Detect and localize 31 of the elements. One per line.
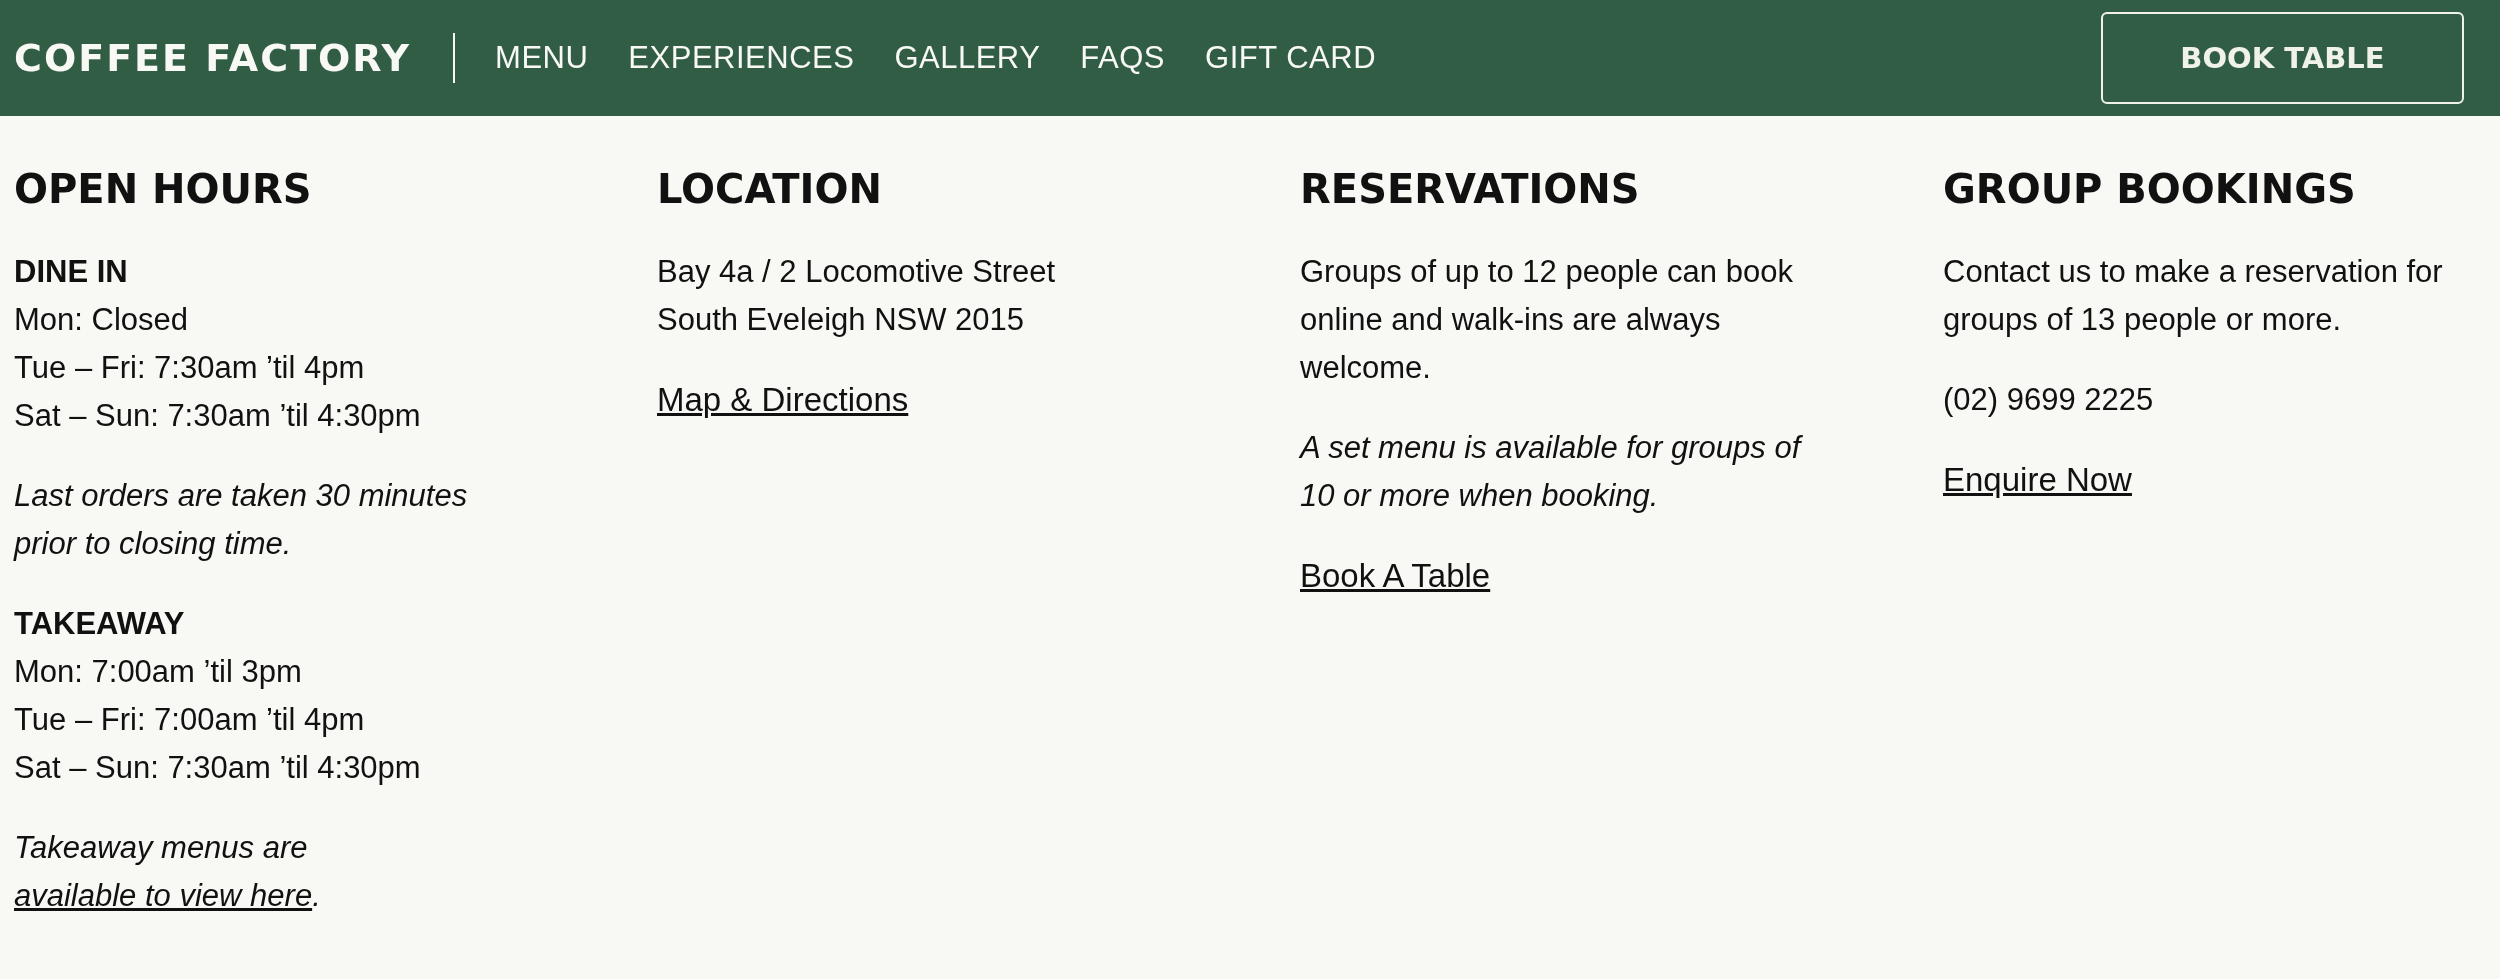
book-table-button[interactable]: BOOK TABLE (2101, 12, 2464, 104)
address-line: South Eveleigh NSW 2015 (657, 301, 1025, 339)
text-link[interactable]: Book A Table (1300, 552, 1491, 600)
text-link[interactable]: Map & Directions (657, 376, 909, 424)
section-title: OPEN HOURS (14, 166, 312, 212)
address-line: Bay 4a / 2 Locomotive Street (657, 253, 1056, 291)
logo[interactable]: COFFEE FACTORY (14, 36, 412, 80)
hours-line: Tue – Fri: 7:30am ’til 4pm (14, 349, 365, 387)
body-text: Contact us to make a reservation for groups of 13 people or more. (1943, 253, 2444, 339)
nav-link[interactable]: MENU (495, 40, 589, 76)
hours-heading: DINE IN (14, 253, 128, 291)
note-text: A set menu is available for groups of 10 or more when booking. (1300, 429, 1804, 515)
nav-link[interactable]: EXPERIENCES (628, 40, 855, 76)
body-text: (02) 9699 2225 (1943, 381, 2155, 419)
note-text: Takeaway menus are available to view here. (14, 829, 322, 915)
nav-link[interactable]: GIFT CARD (1205, 40, 1377, 76)
note-text: Last orders are taken 30 minutes prior to closing time. (14, 477, 469, 563)
body-text: Groups of up to 12 people can book online and walk-ins are always welcome. (1300, 253, 1794, 387)
hours-line: Mon: Closed (14, 301, 189, 339)
text-link[interactable]: Enquire Now (1943, 456, 2132, 504)
nav-link[interactable]: FAQS (1080, 40, 1166, 76)
section-title: RESERVATIONS (1300, 166, 1640, 212)
nav-link[interactable]: GALLERY (894, 40, 1041, 76)
section-title: GROUP BOOKINGS (1943, 166, 2356, 212)
takeaway-menus-link[interactable]: available to view here (14, 878, 313, 913)
hours-line: Tue – Fri: 7:00am ’til 4pm (14, 701, 365, 739)
hours-line: Sat – Sun: 7:30am ’til 4:30pm (14, 397, 421, 435)
hours-line: Sat – Sun: 7:30am ’til 4:30pm (14, 749, 421, 787)
section-title: LOCATION (657, 166, 882, 212)
hours-heading: TAKEAWAY (14, 605, 185, 643)
hours-line: Mon: 7:00am ’til 3pm (14, 653, 302, 691)
